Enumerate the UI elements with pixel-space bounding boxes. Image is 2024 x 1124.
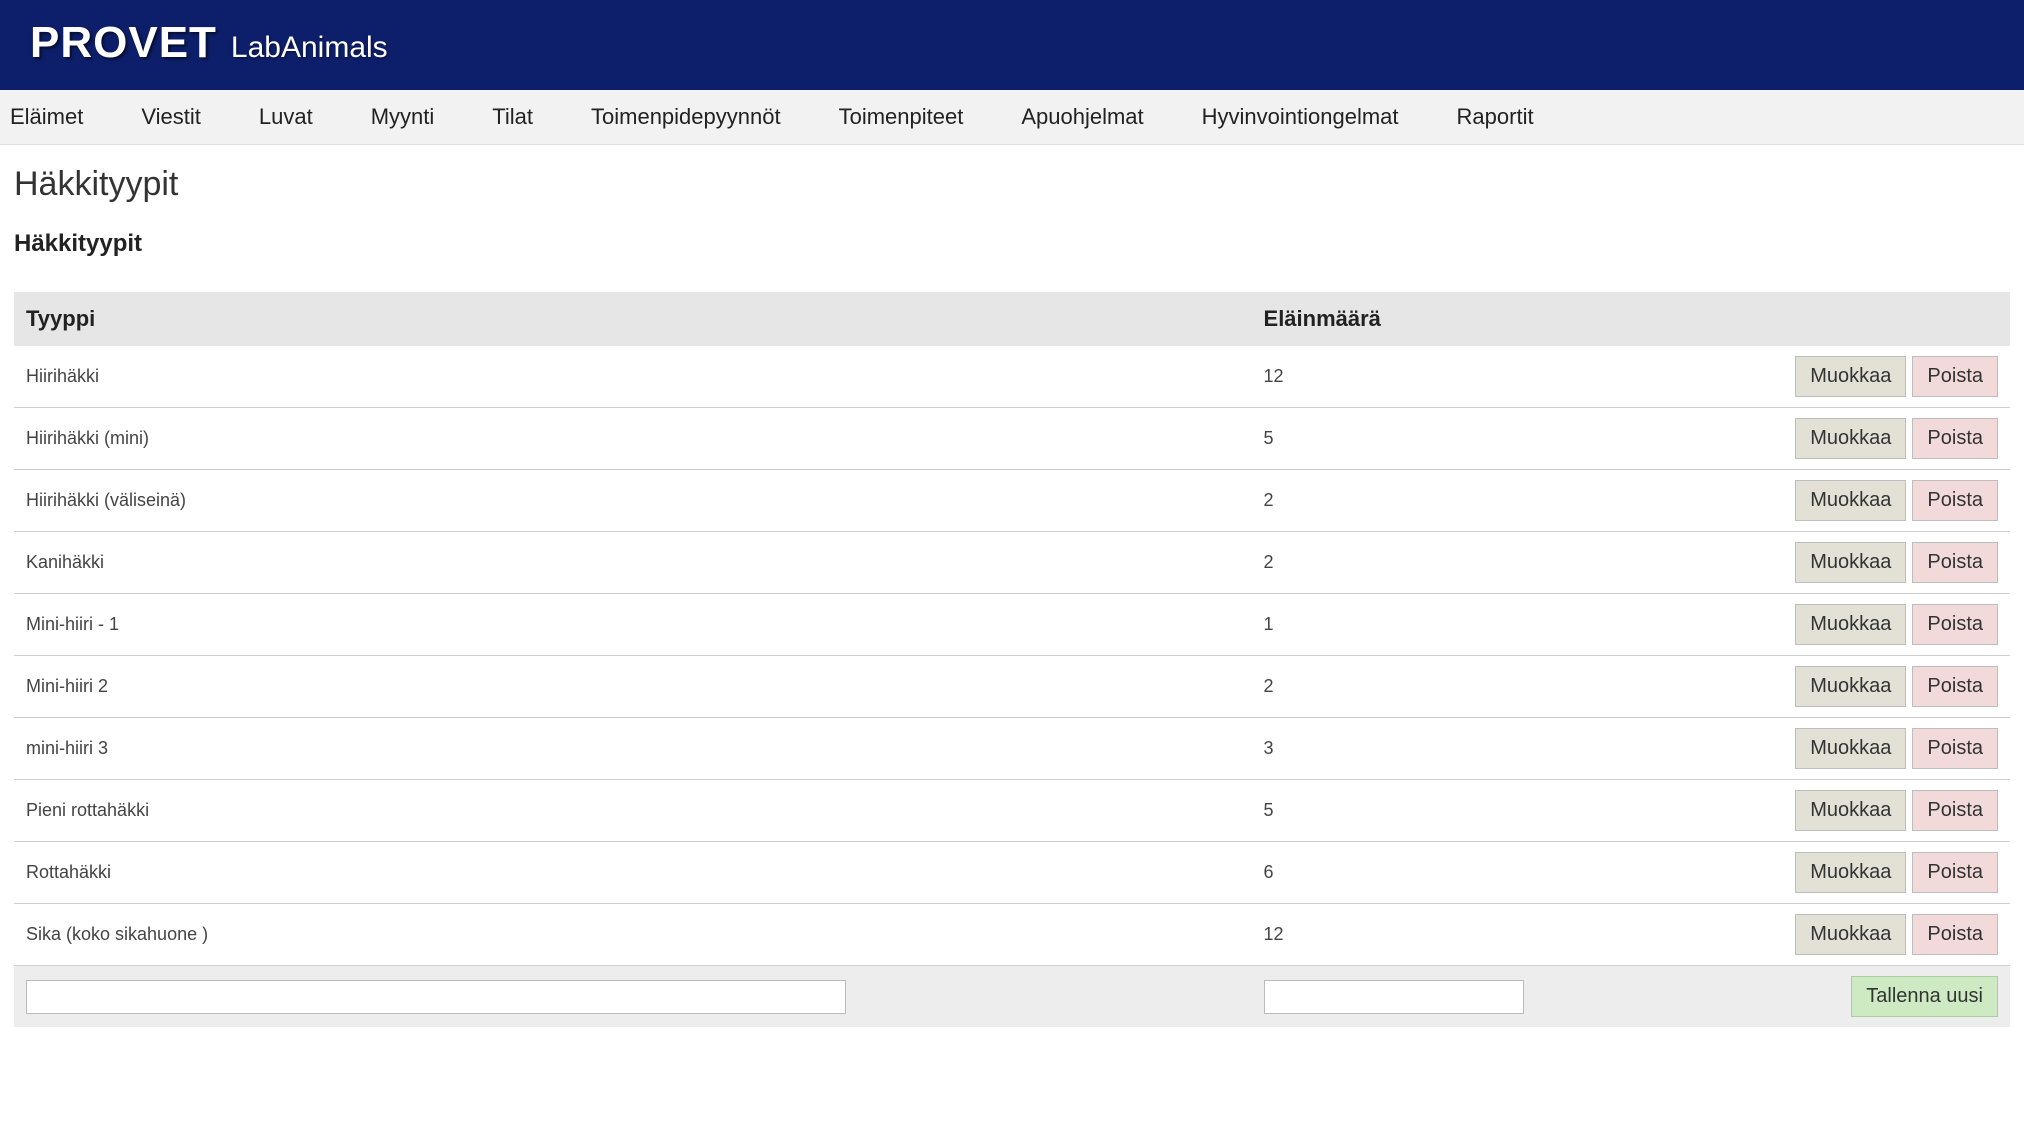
cell-count: 1 [1252,594,1691,656]
delete-button[interactable]: Poista [1912,604,1998,645]
cell-type: mini-hiiri 3 [14,718,1252,780]
cell-type: Hiirihäkki (mini) [14,408,1252,470]
cell-type: Mini-hiiri - 1 [14,594,1252,656]
nav-item-apuohjelmat[interactable]: Apuohjelmat [1021,104,1143,130]
edit-button[interactable]: Muokkaa [1795,480,1906,521]
new-count-input[interactable] [1264,980,1524,1014]
table-row: Hiirihäkki (väliseinä)2MuokkaaPoista [14,470,2010,532]
nav-item-elaimet[interactable]: Eläimet [10,104,83,130]
cell-count: 5 [1252,780,1691,842]
edit-button[interactable]: Muokkaa [1795,356,1906,397]
nav-item-hyvinvointiongelmat[interactable]: Hyvinvointiongelmat [1202,104,1399,130]
cell-count: 12 [1252,346,1691,408]
edit-button[interactable]: Muokkaa [1795,790,1906,831]
delete-button[interactable]: Poista [1912,852,1998,893]
edit-button[interactable]: Muokkaa [1795,418,1906,459]
cell-actions: MuokkaaPoista [1691,904,2010,966]
new-row-form: Tallenna uusi [14,966,2010,1028]
nav-bar: Eläimet Viestit Luvat Myynti Tilat Toime… [0,90,2024,145]
cell-actions: MuokkaaPoista [1691,408,2010,470]
content-area: Häkkityypit Häkkityypit Tyyppi Eläinmäär… [0,145,2024,1041]
app-subtitle: LabAnimals [231,31,388,65]
cell-actions: MuokkaaPoista [1691,532,2010,594]
cell-count: 2 [1252,656,1691,718]
cell-type: Hiirihäkki (väliseinä) [14,470,1252,532]
table-row: Kanihäkki2MuokkaaPoista [14,532,2010,594]
cell-type: Sika (koko sikahuone ) [14,904,1252,966]
edit-button[interactable]: Muokkaa [1795,666,1906,707]
column-header-type: Tyyppi [14,292,1252,346]
nav-item-myynti[interactable]: Myynti [371,104,435,130]
cell-actions: MuokkaaPoista [1691,470,2010,532]
cell-actions: MuokkaaPoista [1691,780,2010,842]
column-header-actions [1691,292,2010,346]
table-row: Sika (koko sikahuone )12MuokkaaPoista [14,904,2010,966]
delete-button[interactable]: Poista [1912,542,1998,583]
nav-item-raportit[interactable]: Raportit [1457,104,1534,130]
table-row: Mini-hiiri 22MuokkaaPoista [14,656,2010,718]
header-bar: PROVET LabAnimals [0,0,2024,90]
edit-button[interactable]: Muokkaa [1795,604,1906,645]
nav-item-luvat[interactable]: Luvat [259,104,313,130]
cell-type: Kanihäkki [14,532,1252,594]
edit-button[interactable]: Muokkaa [1795,728,1906,769]
edit-button[interactable]: Muokkaa [1795,542,1906,583]
cell-count: 2 [1252,532,1691,594]
section-title: Häkkityypit [14,230,2010,258]
delete-button[interactable]: Poista [1912,666,1998,707]
column-header-count: Eläinmäärä [1252,292,1691,346]
cell-type: Hiirihäkki [14,346,1252,408]
edit-button[interactable]: Muokkaa [1795,852,1906,893]
table-row: Pieni rottahäkki5MuokkaaPoista [14,780,2010,842]
app-brand: PROVET [30,18,217,68]
table-row: mini-hiiri 33MuokkaaPoista [14,718,2010,780]
delete-button[interactable]: Poista [1912,480,1998,521]
nav-item-tilat[interactable]: Tilat [492,104,533,130]
cell-actions: MuokkaaPoista [1691,842,2010,904]
page-title: Häkkityypit [14,165,2010,204]
delete-button[interactable]: Poista [1912,356,1998,397]
cell-actions: MuokkaaPoista [1691,656,2010,718]
delete-button[interactable]: Poista [1912,418,1998,459]
table-row: Mini-hiiri - 11MuokkaaPoista [14,594,2010,656]
cell-count: 5 [1252,408,1691,470]
cell-count: 3 [1252,718,1691,780]
cage-types-table: Tyyppi Eläinmäärä Hiirihäkki12MuokkaaPoi… [14,292,2010,1027]
cell-count: 2 [1252,470,1691,532]
delete-button[interactable]: Poista [1912,790,1998,831]
nav-item-toimenpiteet[interactable]: Toimenpiteet [839,104,964,130]
table-row: Hiirihäkki (mini)5MuokkaaPoista [14,408,2010,470]
nav-item-viestit[interactable]: Viestit [141,104,201,130]
cell-type: Rottahäkki [14,842,1252,904]
save-new-button[interactable]: Tallenna uusi [1851,976,1998,1017]
cell-type: Mini-hiiri 2 [14,656,1252,718]
table-row: Hiirihäkki12MuokkaaPoista [14,346,2010,408]
nav-item-toimenpidepyynnot[interactable]: Toimenpidepyynnöt [591,104,781,130]
cell-type: Pieni rottahäkki [14,780,1252,842]
table-row: Rottahäkki6MuokkaaPoista [14,842,2010,904]
cell-actions: MuokkaaPoista [1691,718,2010,780]
edit-button[interactable]: Muokkaa [1795,914,1906,955]
delete-button[interactable]: Poista [1912,914,1998,955]
cell-actions: MuokkaaPoista [1691,594,2010,656]
cell-count: 6 [1252,842,1691,904]
new-type-input[interactable] [26,980,846,1014]
cell-count: 12 [1252,904,1691,966]
cell-actions: MuokkaaPoista [1691,346,2010,408]
delete-button[interactable]: Poista [1912,728,1998,769]
